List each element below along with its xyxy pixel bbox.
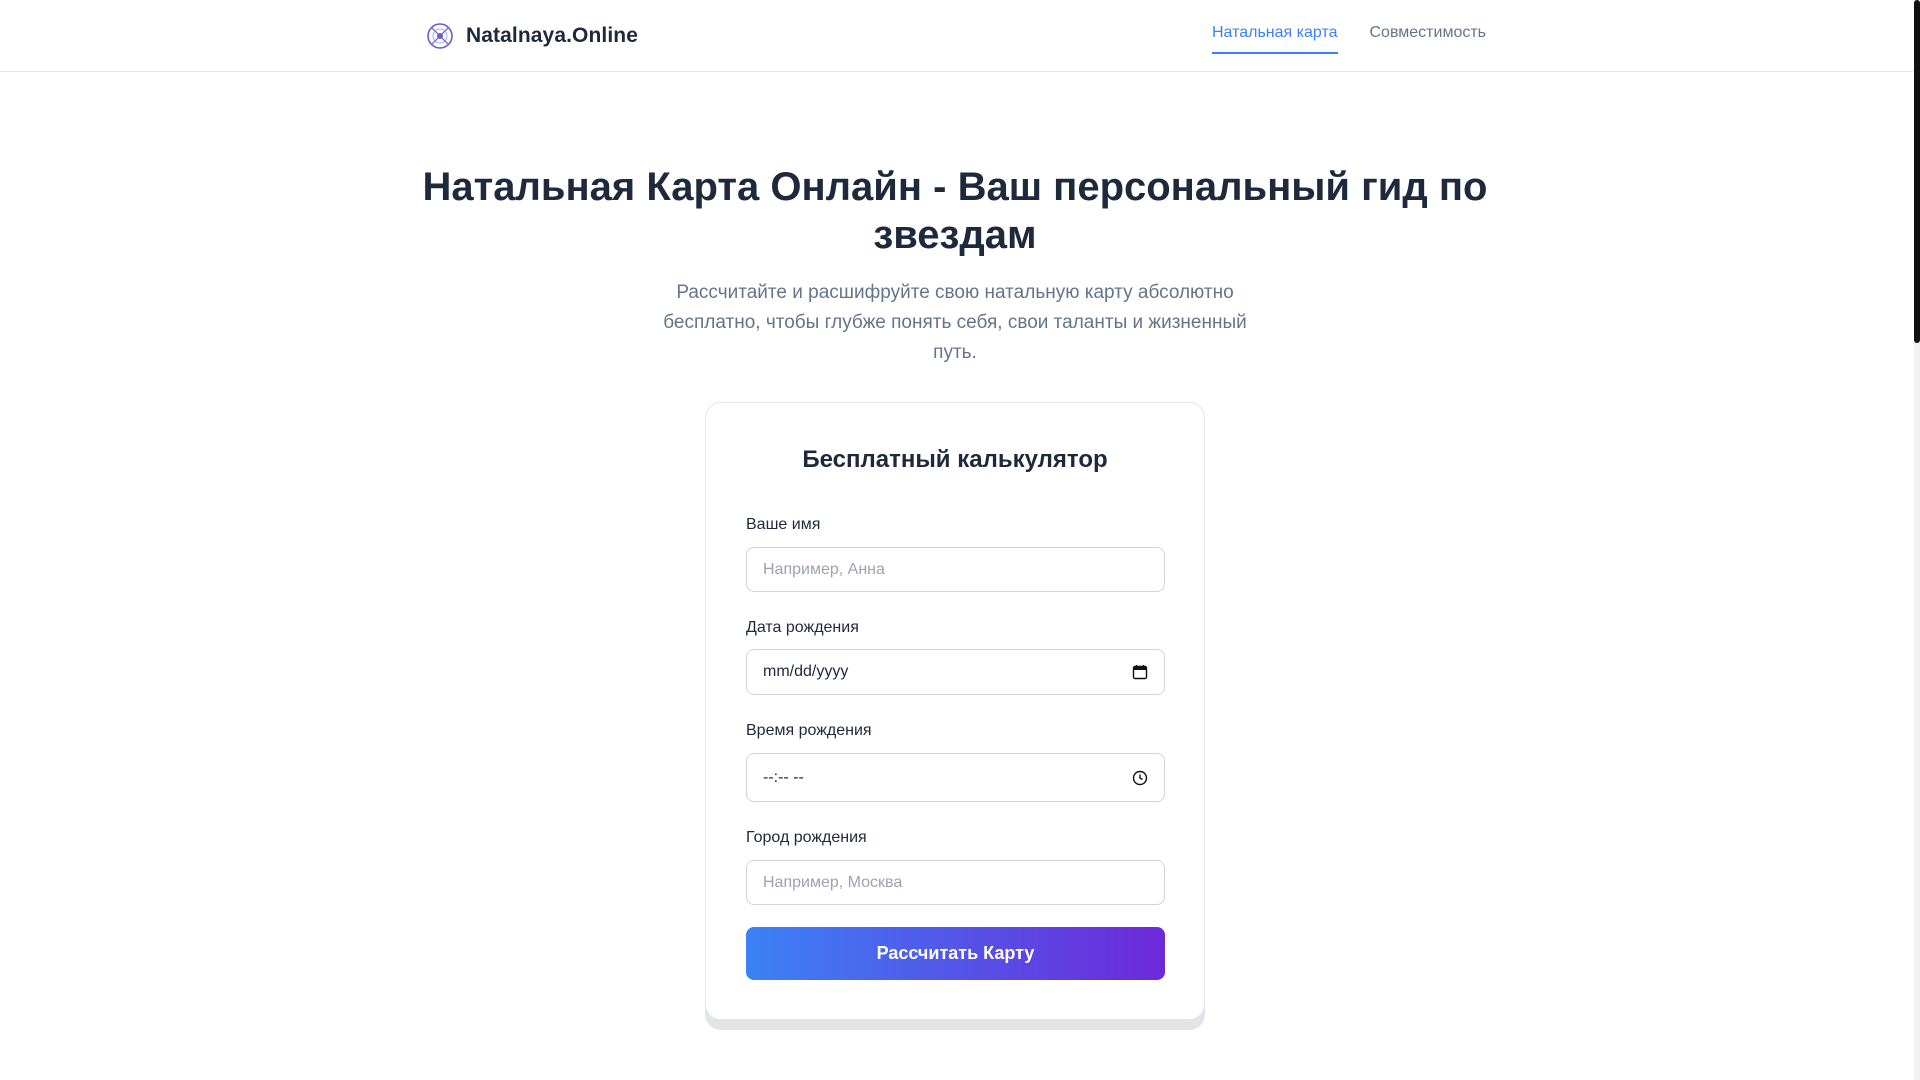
calculate-chart-button[interactable]: Рассчитать Карту bbox=[746, 927, 1165, 980]
birth-date-value: mm/dd/yyyy bbox=[763, 663, 849, 680]
page-title: Натальная Карта Онлайн - Ваш персональны… bbox=[422, 165, 1488, 257]
birth-date-label: Дата рождения bbox=[746, 619, 859, 636]
birth-time-value: --:-- -- bbox=[763, 768, 804, 786]
clock-icon[interactable] bbox=[1132, 770, 1148, 786]
scrollbar-thumb[interactable] bbox=[1914, 0, 1920, 343]
calendar-icon[interactable] bbox=[1132, 664, 1148, 680]
form-title: Бесплатный калькулятор bbox=[802, 446, 1108, 473]
natal-chart-calculator-form: Бесплатный калькулятор Ваше имя Дата рож… bbox=[705, 402, 1205, 1020]
birth-time-label: Время рождения bbox=[746, 722, 872, 739]
page-subtitle: Рассчитайте и расшифруйте свою натальную… bbox=[663, 282, 1247, 363]
birth-date-input[interactable]: mm/dd/yyyy bbox=[746, 649, 1165, 695]
site-logo[interactable]: Natalnaya.Online bbox=[426, 21, 638, 51]
birth-city-label: Город рождения bbox=[746, 829, 867, 846]
logo-text: Natalnaya.Online bbox=[466, 24, 638, 47]
nav-natal-chart[interactable]: Натальная карта bbox=[1211, 0, 1338, 54]
birth-city-input[interactable] bbox=[746, 860, 1165, 905]
zodiac-wheel-icon bbox=[427, 23, 453, 49]
main-nav: Натальная карта Совместимость bbox=[1211, 0, 1487, 72]
site-header: Natalnaya.Online Натальная карта Совмест… bbox=[0, 0, 1914, 72]
nav-compatibility[interactable]: Совместимость bbox=[1370, 0, 1487, 54]
birth-time-input[interactable]: --:-- -- bbox=[746, 753, 1165, 802]
name-label: Ваше имя bbox=[746, 516, 821, 533]
scrollbar-track[interactable] bbox=[1914, 0, 1920, 1080]
name-input[interactable] bbox=[746, 547, 1165, 592]
